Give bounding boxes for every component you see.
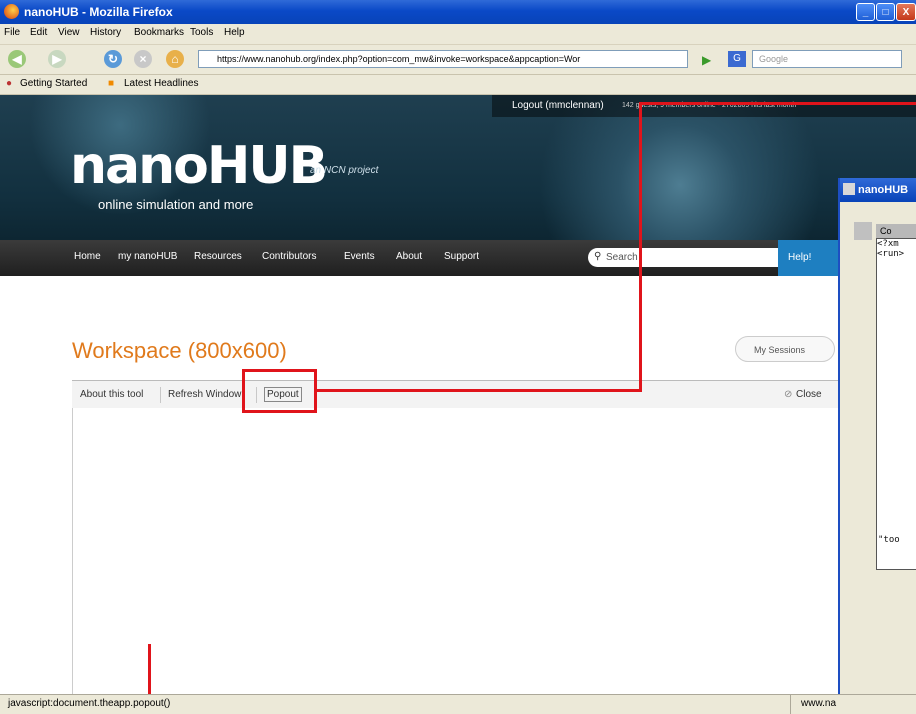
- site-header: Logout (mmclennan) 142 guests, 9 members…: [0, 95, 916, 240]
- close-link[interactable]: Close: [796, 389, 822, 400]
- menu-tools[interactable]: Tools: [190, 27, 213, 38]
- console-line: <run>: [877, 249, 905, 259]
- refresh-window-link[interactable]: Refresh Window: [168, 389, 241, 400]
- help-button[interactable]: Help!: [778, 240, 838, 276]
- menu-bar: File Edit View History Bookmarks Tools H…: [0, 24, 916, 45]
- app-menu-icon[interactable]: [854, 222, 872, 240]
- app-icon: [843, 183, 855, 195]
- page-title: Workspace (800x600): [72, 338, 287, 363]
- console-title: Co: [876, 224, 916, 238]
- firefox-icon: [4, 4, 19, 19]
- logout-link[interactable]: Logout (mmclennan): [512, 95, 604, 117]
- status-text: javascript:document.theapp.popout(): [8, 698, 171, 709]
- close-icon: ⊘: [784, 389, 793, 400]
- popout-highlight-box: [242, 369, 317, 413]
- my-sessions-button[interactable]: My Sessions: [735, 336, 835, 362]
- rss-icon: ■: [108, 78, 115, 89]
- google-icon[interactable]: G: [728, 51, 746, 67]
- menu-file[interactable]: File: [4, 27, 20, 38]
- reload-icon[interactable]: ↻: [104, 50, 122, 68]
- nav-my-nanohub[interactable]: my nanoHUB: [118, 251, 177, 262]
- site-tagline: online simulation and more: [98, 197, 254, 212]
- nav-contributors[interactable]: Contributors: [262, 251, 316, 262]
- workspace-toolbar: About this tool Refresh Window Popout ⊘ …: [72, 380, 852, 410]
- forward-icon[interactable]: ▶: [48, 50, 66, 68]
- window-title: nanoHUB - Mozilla Firefox: [24, 5, 173, 19]
- nav-resources[interactable]: Resources: [194, 251, 242, 262]
- status-bar: javascript:document.theapp.popout() www.…: [0, 694, 916, 714]
- go-icon[interactable]: ▶: [702, 53, 711, 67]
- about-tool-link[interactable]: About this tool: [80, 389, 143, 400]
- popout-app-window[interactable]: nanoHUB Co <?xm <run> "too: [838, 178, 916, 713]
- stop-icon[interactable]: ×: [134, 50, 152, 68]
- nav-about[interactable]: About: [396, 251, 422, 262]
- nav-home[interactable]: Home: [74, 251, 101, 262]
- workspace-area[interactable]: [72, 408, 854, 696]
- menu-bookmarks[interactable]: Bookmarks: [134, 27, 184, 38]
- site-nav: Home my nanoHUB Resources Contributors E…: [0, 240, 916, 276]
- menu-edit[interactable]: Edit: [30, 27, 47, 38]
- url-input[interactable]: https://www.nanohub.org/index.php?option…: [198, 50, 688, 68]
- site-stats: 142 guests, 9 members online - 2702809 h…: [622, 102, 797, 109]
- home-icon[interactable]: ⌂: [166, 50, 184, 68]
- window-titlebar: nanoHUB - Mozilla Firefox _ □ X: [0, 0, 916, 24]
- user-bar: Logout (mmclennan) 142 guests, 9 members…: [492, 95, 916, 117]
- nav-support[interactable]: Support: [444, 251, 479, 262]
- bookmark-getting-started[interactable]: Getting Started: [20, 78, 87, 89]
- maximize-button[interactable]: □: [876, 3, 895, 21]
- annotation-line: [317, 389, 642, 392]
- bookmark-icon: ●: [6, 78, 13, 89]
- bookmark-latest-headlines[interactable]: Latest Headlines: [124, 78, 199, 89]
- menu-view[interactable]: View: [58, 27, 80, 38]
- status-domain: www.na: [790, 695, 836, 714]
- back-icon[interactable]: ◀: [8, 50, 26, 68]
- console-output: <?xm <run> "too: [876, 238, 916, 570]
- search-input[interactable]: Google: [752, 50, 902, 68]
- menu-help[interactable]: Help: [224, 27, 245, 38]
- close-button[interactable]: X: [896, 3, 916, 21]
- minimize-button[interactable]: _: [856, 3, 875, 21]
- toolbar-divider: [160, 387, 161, 403]
- bookmarks-toolbar: ● Getting Started ■ Latest Headlines: [0, 75, 916, 95]
- nav-events[interactable]: Events: [344, 251, 375, 262]
- console-line: "too: [878, 535, 900, 545]
- search-icon: ⚲: [594, 251, 602, 262]
- nanohub-logo[interactable]: nanoHUB: [70, 140, 328, 192]
- console-line: <?xm: [877, 239, 899, 249]
- site-search-input[interactable]: Search: [588, 248, 788, 267]
- navigation-toolbar: ◀ ▶ ↻ × ⌂ https://www.nanohub.org/index.…: [0, 45, 916, 75]
- ncn-label: an NCN project: [310, 165, 379, 176]
- annotation-line: [639, 102, 642, 392]
- annotation-line: [639, 102, 916, 105]
- menu-history[interactable]: History: [90, 27, 121, 38]
